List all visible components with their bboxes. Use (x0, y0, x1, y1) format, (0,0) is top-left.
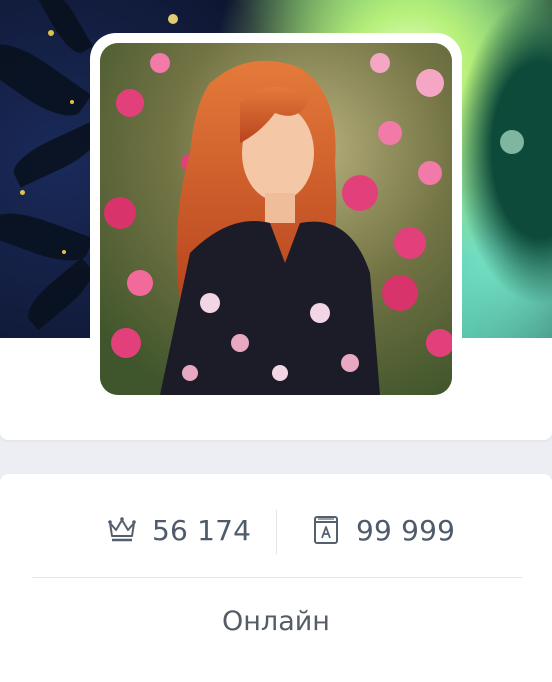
stats-divider (276, 510, 277, 554)
stats-card: 56 174 99 999 Онлайн (0, 474, 552, 682)
books-value: 99 999 (356, 513, 456, 547)
crown-icon (106, 514, 138, 546)
online-status: Онлайн (222, 606, 330, 637)
avatar-frame (90, 33, 462, 405)
avatar[interactable] (100, 43, 452, 395)
rating-stat[interactable]: 56 174 (106, 512, 251, 548)
stats-row: 56 174 99 999 (0, 474, 552, 578)
book-icon (310, 514, 342, 546)
rating-value: 56 174 (152, 513, 252, 547)
section-divider (32, 577, 522, 578)
books-stat[interactable]: 99 999 (310, 512, 455, 548)
profile-header-card (0, 0, 552, 440)
